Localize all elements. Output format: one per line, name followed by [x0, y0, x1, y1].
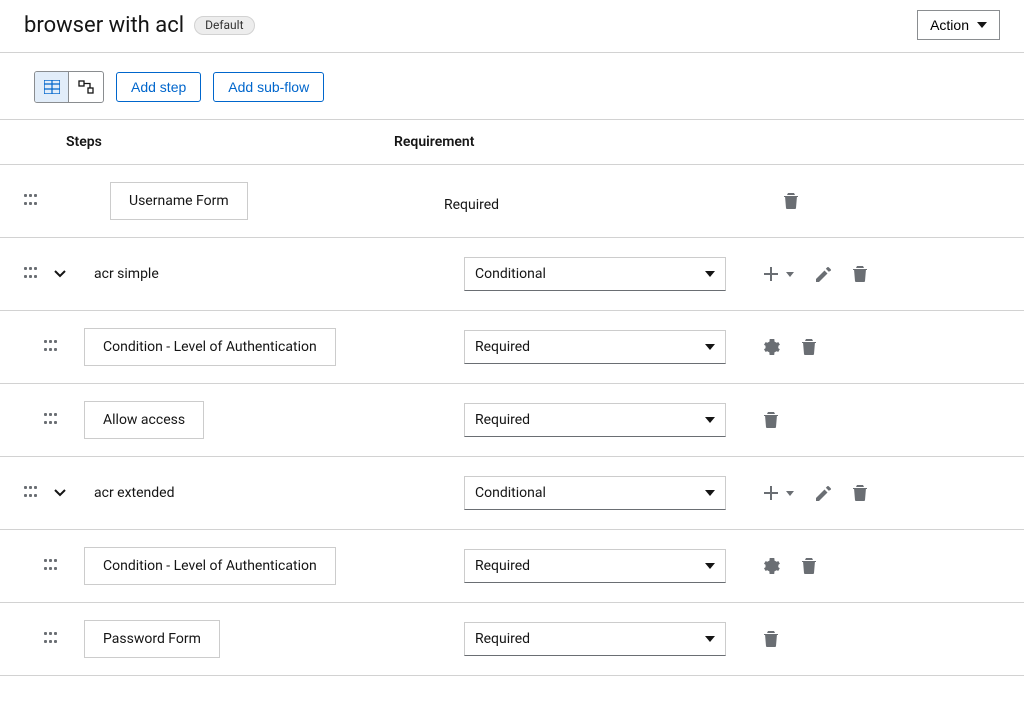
table-view-button[interactable]	[35, 72, 69, 102]
step-box: Condition - Level of Authentication	[84, 547, 336, 585]
caret-down-icon	[705, 636, 715, 642]
caret-down-icon	[705, 417, 715, 423]
step-box: Condition - Level of Authentication	[84, 328, 336, 366]
requirement-value: Required	[475, 339, 530, 355]
col-header-requirement: Requirement	[394, 134, 754, 150]
flow-row-acr-extended: acr extended Conditional	[0, 457, 1024, 530]
step-box: Username Form	[110, 182, 248, 220]
caret-down-icon	[705, 344, 715, 350]
action-dropdown[interactable]: Action	[917, 10, 1000, 40]
col-header-steps: Steps	[24, 134, 394, 150]
plus-icon-button[interactable]	[764, 486, 778, 500]
requirement-value: Required	[475, 558, 530, 574]
diagram-icon	[78, 80, 94, 94]
step-box: Allow access	[84, 401, 204, 439]
requirement-static: Required	[394, 189, 499, 213]
requirement-value: Required	[475, 412, 530, 428]
flow-row-acr-extended-cond: Condition - Level of Authentication Requi…	[0, 530, 1024, 603]
chevron-down-icon[interactable]	[54, 489, 70, 497]
requirement-select[interactable]: Conditional	[464, 476, 726, 510]
requirement-select[interactable]: Conditional	[464, 257, 726, 291]
subflow-label: acr simple	[94, 262, 159, 286]
trash-icon-button[interactable]	[853, 485, 867, 501]
step-box: Password Form	[84, 620, 220, 658]
view-toggle	[34, 71, 104, 103]
action-label: Action	[930, 17, 969, 33]
flow-row-acr-simple-cond: Condition - Level of Authentication Requi…	[0, 311, 1024, 384]
gear-icon-button[interactable]	[764, 558, 780, 574]
flow-row-acr-simple: acr simple Conditional	[0, 238, 1024, 311]
trash-icon-button[interactable]	[853, 266, 867, 282]
requirement-select[interactable]: Required	[464, 403, 726, 437]
subflow-label: acr extended	[94, 481, 174, 505]
flow-row-acr-simple-allow: Allow access Required	[0, 384, 1024, 457]
drag-handle[interactable]	[44, 340, 58, 354]
drag-handle[interactable]	[44, 632, 58, 646]
trash-icon-button[interactable]	[764, 631, 778, 647]
diagram-view-button[interactable]	[69, 72, 103, 102]
drag-handle[interactable]	[24, 267, 38, 281]
caret-down-icon	[977, 22, 987, 28]
caret-down-icon	[705, 271, 715, 277]
drag-handle[interactable]	[44, 413, 58, 427]
page-title: browser with acl	[24, 13, 184, 38]
caret-menu-button[interactable]	[786, 491, 794, 496]
table-icon	[44, 80, 60, 94]
trash-icon-button[interactable]	[784, 193, 798, 209]
pencil-icon-button[interactable]	[816, 267, 831, 282]
default-badge: Default	[194, 16, 254, 35]
table-header: Steps Requirement	[0, 119, 1024, 165]
rows-container: Username Form Required acr simple Condition…	[0, 165, 1024, 676]
gear-icon-button[interactable]	[764, 339, 780, 355]
drag-handle[interactable]	[24, 486, 38, 500]
add-step-button[interactable]: Add step	[116, 72, 201, 102]
page-header: browser with acl Default Action	[0, 0, 1024, 53]
requirement-select[interactable]: Required	[464, 549, 726, 583]
chevron-down-icon[interactable]	[54, 270, 70, 278]
requirement-value: Conditional	[475, 485, 546, 501]
caret-menu-button[interactable]	[786, 272, 794, 277]
requirement-select[interactable]: Required	[464, 330, 726, 364]
trash-icon-button[interactable]	[764, 412, 778, 428]
trash-icon-button[interactable]	[802, 339, 816, 355]
toolbar: Add step Add sub-flow	[0, 71, 1024, 119]
drag-handle[interactable]	[44, 559, 58, 573]
caret-down-icon	[705, 563, 715, 569]
requirement-value: Required	[475, 631, 530, 647]
plus-icon-button[interactable]	[764, 267, 778, 281]
drag-handle[interactable]	[24, 194, 38, 208]
trash-icon-button[interactable]	[802, 558, 816, 574]
requirement-value: Conditional	[475, 266, 546, 282]
flow-row-acr-extended-pass: Password Form Required	[0, 603, 1024, 676]
add-subflow-button[interactable]: Add sub-flow	[213, 72, 324, 102]
caret-down-icon	[705, 490, 715, 496]
requirement-select[interactable]: Required	[464, 622, 726, 656]
pencil-icon-button[interactable]	[816, 486, 831, 501]
flow-row-username: Username Form Required	[0, 165, 1024, 238]
